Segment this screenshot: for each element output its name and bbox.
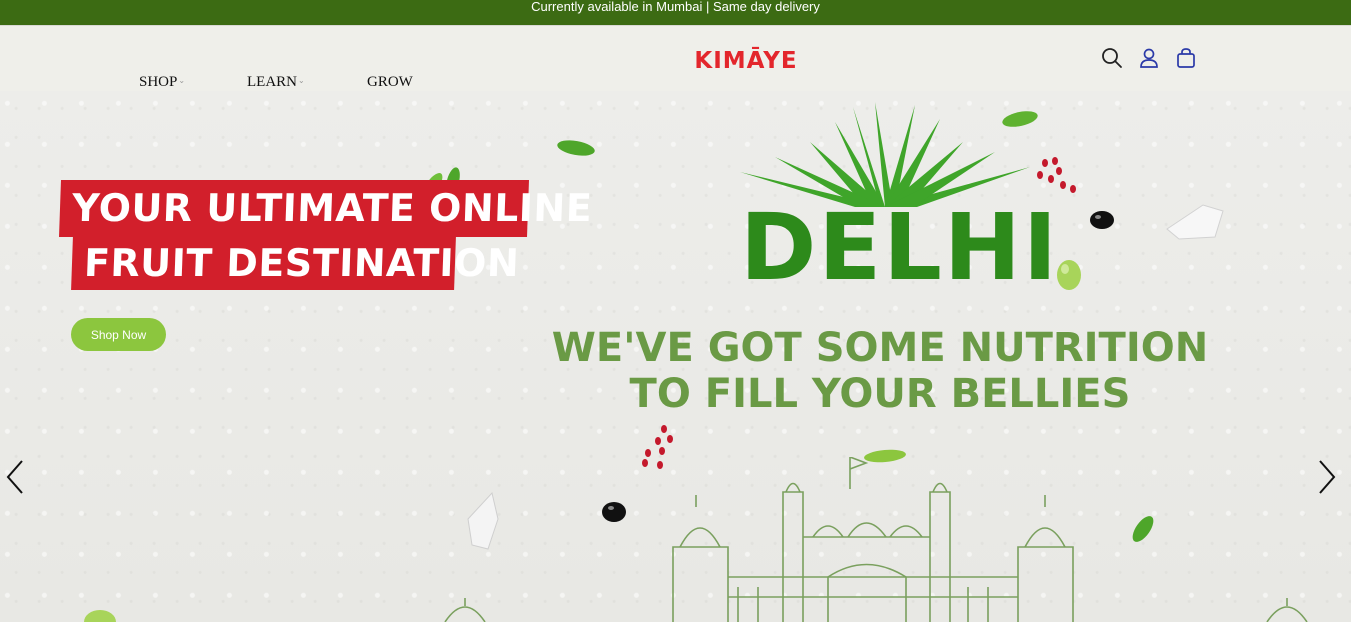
promo-line-2: FRUIT DESTINATION [71,237,520,290]
site-header: SHOP⌄ LEARN⌄ GROW KIMĀYE [0,25,1351,91]
hero-tagline: WE'VE GOT SOME NUTRITION TO FILL YOUR BE… [540,325,1220,417]
chevron-down-icon: ⌄ [178,76,186,85]
shop-now-button[interactable]: Shop Now [71,318,166,351]
leaf-icon [557,140,595,156]
dome-sketch [444,598,486,622]
tagline-line-2: TO FILL YOUR BELLIES [629,371,1131,417]
hero-banner: YOUR ULTIMATE ONLINE FRUIT DESTINATION S… [0,91,1351,622]
gooseberry-icon [84,610,116,622]
cart-icon[interactable] [1175,47,1197,69]
chevron-down-icon: ⌄ [298,76,305,85]
promo-heading: YOUR ULTIMATE ONLINE FRUIT DESTINATION [59,180,593,302]
pomegranate-seeds-icon [1037,157,1076,193]
dome-sketch [1266,598,1308,622]
olive-icon [1090,211,1114,229]
nav-item-label: LEARN [247,74,297,90]
olive-icon [602,502,626,522]
nav-item-grow[interactable]: GROW [367,74,413,91]
ice-chunk-icon [1166,204,1224,240]
nav-item-shop[interactable]: SHOP⌄ [139,74,185,91]
city-title: DELHI [740,194,1060,301]
red-fort-illustration [672,457,1074,622]
nav-item-label: SHOP [139,74,178,90]
announcement-bar: Currently available in Mumbai | Same day… [0,0,1351,25]
kimaye-logo[interactable]: KIMĀYE [690,44,802,74]
announcement-text: Currently available in Mumbai | Same day… [531,0,820,14]
grass-icon [740,102,1030,207]
chevron-left-icon[interactable] [4,459,26,495]
leaf-icon [1132,516,1154,542]
promo-line-1: YOUR ULTIMATE ONLINE [59,180,593,237]
logo-text: KIMĀYE [694,46,797,74]
ice-chunk-icon [467,491,499,550]
tagline-line-1: WE'VE GOT SOME NUTRITION [551,325,1209,371]
chevron-right-icon[interactable] [1316,459,1338,495]
user-icon[interactable] [1138,47,1160,69]
search-icon[interactable] [1101,47,1123,69]
nav-item-learn[interactable]: LEARN⌄ [247,74,305,91]
nav-item-label: GROW [367,74,413,90]
